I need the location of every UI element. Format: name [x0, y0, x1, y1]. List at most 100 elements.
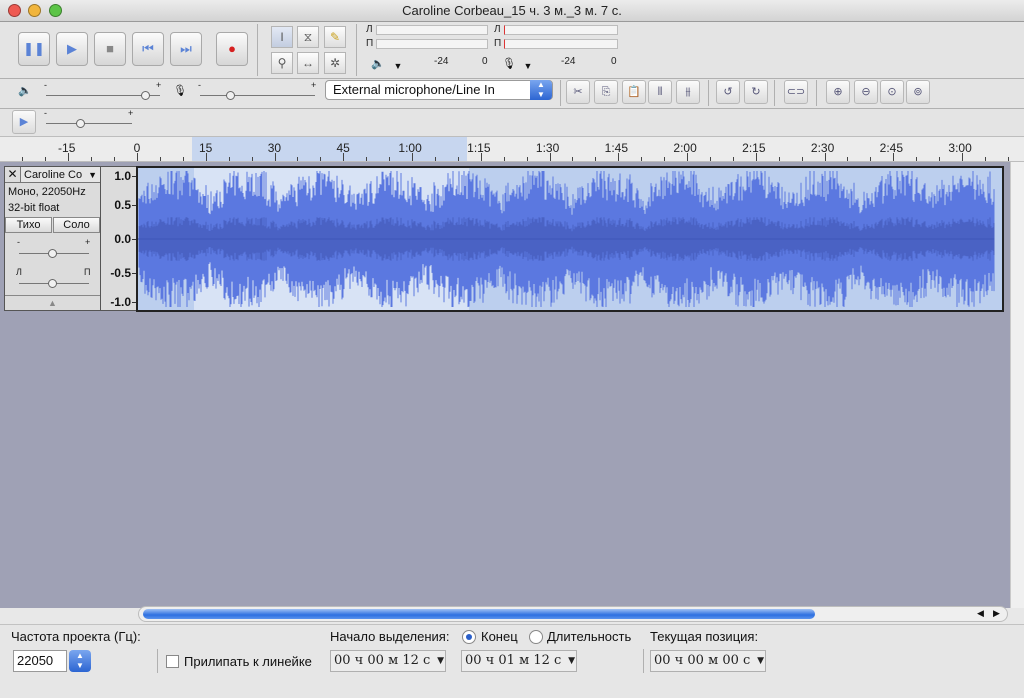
pause-icon: ❚❚ [23, 41, 45, 56]
stop-icon: ■ [106, 41, 114, 56]
selection-end-field[interactable]: 00 ч 01 м 12 с ▼ [461, 650, 577, 672]
position-field[interactable]: 00 ч 00 м 00 с ▼ [650, 650, 766, 672]
ruler-minor-tick [45, 157, 47, 161]
record-meter-menu[interactable]: ▼ [520, 59, 536, 73]
paste-button[interactable]: 📋 [622, 80, 646, 104]
ruler-minor-tick [641, 157, 643, 161]
trim-button[interactable]: ⫴ [648, 80, 672, 104]
chevron-updown-icon: ▲ ▼ [76, 651, 84, 670]
project-rate-label: Частота проекта (Гц): [11, 629, 141, 644]
zoom-tool[interactable]: ⚲ [271, 52, 293, 74]
close-track-icon[interactable]: ✕ [5, 167, 21, 183]
scroll-left-icon[interactable]: ◀ [977, 608, 984, 619]
record-button[interactable]: ● [216, 32, 248, 66]
toolbar-separator [816, 80, 817, 106]
scroll-right-icon[interactable]: ▶ [993, 608, 1000, 619]
snap-checkbox[interactable] [166, 655, 179, 668]
undo-button[interactable]: ↺ [716, 80, 740, 104]
zoom-in-button[interactable]: ⊕ [826, 80, 850, 104]
envelope-tool[interactable]: ⧖ [297, 26, 319, 48]
project-rate-menu[interactable]: ▲ ▼ [69, 650, 91, 672]
mute-button[interactable]: Тихо [5, 217, 52, 233]
selection-tool[interactable]: I [271, 26, 293, 48]
fit-project-button[interactable]: ⊚ [906, 80, 930, 104]
slider-knob[interactable] [76, 119, 86, 128]
silence-button[interactable]: ⫵ [676, 80, 700, 104]
slider-plus-label: + [156, 80, 162, 90]
ruler-label: 2:00 [673, 141, 697, 155]
horizontal-scrollbar[interactable]: ◀ ▶ [138, 606, 1008, 622]
slider-knob[interactable] [48, 249, 57, 258]
ruler-minor-tick [457, 157, 459, 161]
track-bit-depth: 32-bit float [8, 202, 60, 214]
waveform-view[interactable] [136, 166, 1004, 312]
skip-start-icon: ⏮ [142, 41, 154, 56]
slider-plus-label: + [128, 108, 134, 118]
ruler-label: -15 [58, 141, 76, 155]
copy-button[interactable]: ⎘ [594, 80, 618, 104]
toolbars: ❚❚ ▶ ■ ⏮ ⏭ ● I ⧖ ✎ ⚲ ↔ ✲ Л П -24 0 🔈 ▼ Л… [0, 22, 1024, 136]
zoom-out-button[interactable]: ⊖ [854, 80, 878, 104]
multi-tool-icon: ✲ [329, 56, 341, 70]
collapse-track-icon[interactable]: ▲ [5, 295, 100, 310]
selection-start-field[interactable]: 00 ч 00 м 12 с ▼ [330, 650, 446, 672]
meter-left-label: Л [366, 24, 373, 35]
slider-minus-label: - [17, 237, 20, 247]
pencil-icon: ✎ [329, 30, 341, 44]
paste-icon: 📋 [627, 86, 641, 98]
redo-button[interactable]: ↻ [744, 80, 768, 104]
playback-meter-menu[interactable]: ▼ [390, 59, 406, 73]
skip-start-button[interactable]: ⏮ [132, 32, 164, 66]
ruler-minor-tick [228, 157, 230, 161]
timeline-ruler[interactable]: -15 0 15 30 45 1:00 1:15 1:30 1:45 2:00 2:15 2:30 2:… [0, 136, 1024, 162]
pause-button[interactable]: ❚❚ [18, 32, 50, 66]
selection-start-value: 00 ч 00 м 12 с [334, 653, 431, 668]
play-button[interactable]: ▶ [56, 32, 88, 66]
slider-knob[interactable] [48, 279, 57, 288]
slider-minus-label: - [198, 80, 201, 90]
meter-right-bar [376, 39, 488, 49]
solo-label: Соло [63, 219, 90, 231]
ruler-minor-tick [251, 157, 253, 161]
sync-lock-button[interactable]: ⊂⊃ [784, 80, 808, 104]
scale-label: -0.5 [110, 266, 131, 280]
vertical-scrollbar[interactable] [1010, 162, 1024, 608]
slider-knob[interactable] [141, 91, 151, 100]
ruler-label: 30 [267, 141, 282, 155]
slider-minus-label: - [44, 108, 47, 118]
ruler-minor-tick [91, 157, 93, 161]
play-icon: ▶ [67, 41, 77, 56]
cut-button[interactable]: ✂ [566, 80, 590, 104]
window-title: Caroline Corbeau_15 ч. 3 м._3 м. 7 с. [402, 3, 622, 18]
slider-plus-label: + [311, 80, 317, 90]
skip-end-button[interactable]: ⏭ [170, 32, 202, 66]
input-device-select[interactable]: External microphone/Line In ▲ ▼ [325, 80, 553, 100]
stop-button[interactable]: ■ [94, 32, 126, 66]
play-at-speed-button[interactable]: ▶ [12, 110, 36, 134]
envelope-icon: ⧖ [303, 30, 313, 44]
project-rate-input[interactable]: 22050 [13, 650, 67, 672]
ruler-minor-tick [778, 157, 780, 161]
ruler-label: 1:15 [467, 141, 491, 155]
meter-tick-mid: -24 [434, 56, 449, 67]
chevron-down-icon: ▼ [568, 656, 575, 666]
amplitude-scale: 1.0 0.5 0.0 -0.5 -1.0 [101, 166, 136, 311]
ruler-label: 2:30 [810, 141, 835, 155]
slider-knob[interactable] [225, 91, 235, 100]
meter-tick-end: 0 [611, 56, 617, 67]
toolbar-separator [257, 24, 258, 76]
multi-tool[interactable]: ✲ [324, 52, 346, 74]
scrollbar-thumb[interactable] [143, 609, 815, 619]
ruler-label: 2:45 [879, 141, 903, 155]
fit-selection-button[interactable]: ⊙ [880, 80, 904, 104]
pan-right-label: П [84, 267, 91, 277]
ruler-minor-tick [1007, 157, 1009, 161]
record-icon: ● [228, 41, 236, 56]
end-radio[interactable] [462, 630, 476, 644]
solo-button[interactable]: Соло [53, 217, 100, 233]
track-name-menu[interactable]: Caroline Co ▼ [21, 167, 100, 183]
draw-tool[interactable]: ✎ [324, 26, 346, 48]
timeshift-tool[interactable]: ↔ [297, 52, 319, 74]
length-radio[interactable] [529, 630, 543, 644]
ruler-minor-tick [320, 157, 322, 161]
